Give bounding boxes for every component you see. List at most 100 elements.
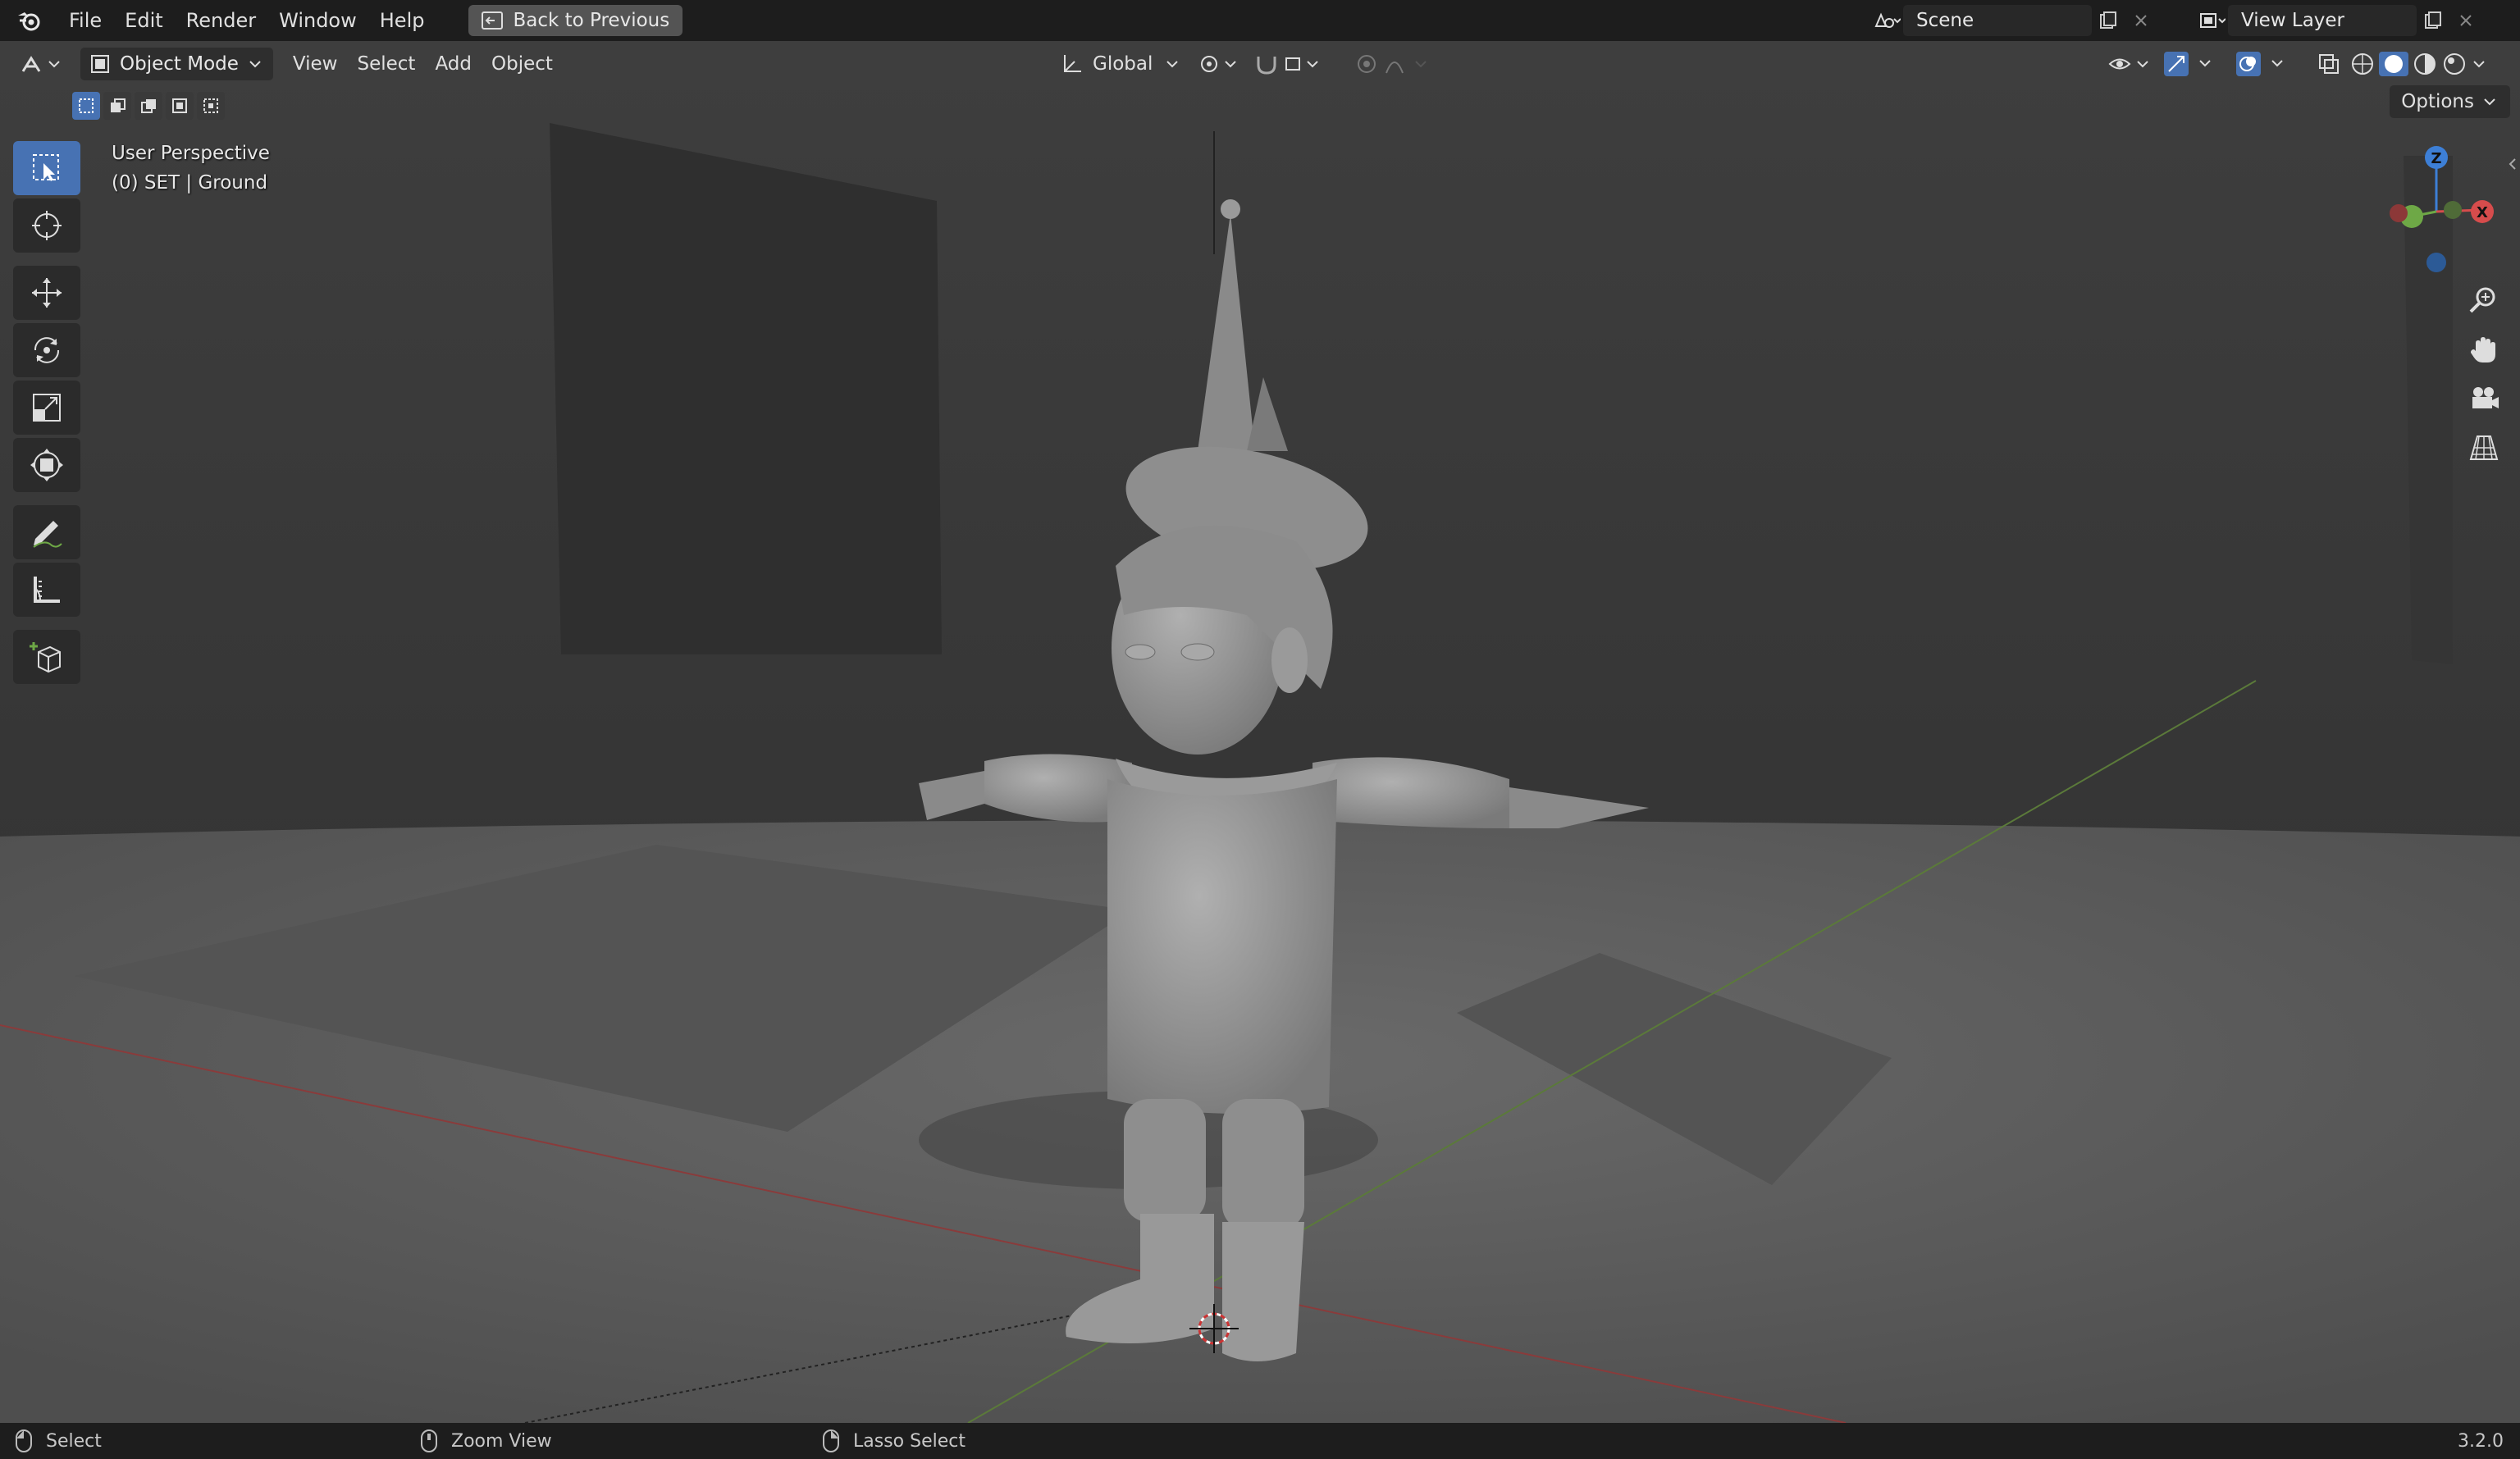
camera-icon [2472, 387, 2499, 408]
zoom-view-button[interactable] [2459, 276, 2509, 325]
orientation-label: Global [1093, 53, 1153, 75]
snap-magnet-icon [1257, 57, 1318, 75]
select-box-icon [33, 154, 59, 181]
measure-ruler-icon [34, 577, 60, 603]
orientation-icon [1064, 55, 1081, 72]
view-layer-selector: View Layer [2195, 5, 2482, 36]
status-lasso-label: Lasso Select [853, 1430, 966, 1452]
select-invert-icon[interactable] [166, 92, 194, 120]
gizmo-x-label: X [2477, 204, 2488, 221]
rotate-icon [34, 337, 60, 363]
menu-object[interactable]: Object [482, 48, 563, 80]
add-cube-icon [30, 642, 61, 673]
gizmo-icon [2164, 52, 2211, 76]
view-layer-name-field[interactable]: View Layer [2228, 5, 2417, 36]
delete-view-layer-icon[interactable] [2449, 5, 2482, 36]
add-cube-tool[interactable] [13, 630, 80, 684]
editor-type-selector[interactable] [8, 48, 74, 80]
pan-view-button[interactable] [2459, 325, 2509, 374]
perspective-toggle-button[interactable] [2459, 423, 2509, 472]
scene-browse-icon[interactable] [1870, 5, 1903, 36]
xray-toggle[interactable] [2307, 48, 2351, 80]
shading-mode-group [2348, 48, 2489, 80]
menu-view[interactable]: View [283, 48, 348, 80]
options-label: Options [2401, 91, 2474, 112]
scene-render [0, 41, 2520, 1423]
menu-render[interactable]: Render [175, 0, 267, 41]
status-bar: Select Zoom View Lasso Select 3.2.0 [0, 1423, 2520, 1459]
view-layer-browse-icon[interactable] [2195, 5, 2228, 36]
snap-toggle[interactable] [1244, 48, 1337, 80]
transform-icon [30, 449, 63, 481]
zoom-magnifier-icon [2469, 287, 2495, 313]
pivot-point-dropdown[interactable] [1188, 48, 1252, 80]
wireframe-shading-icon[interactable] [2348, 50, 2377, 78]
3d-viewport[interactable] [0, 41, 2520, 1423]
selection-mode-group [72, 92, 225, 120]
move-tool[interactable] [13, 266, 80, 320]
menu-window[interactable]: Window [267, 0, 368, 41]
measure-tool[interactable] [13, 563, 80, 617]
new-scene-icon[interactable] [2092, 5, 2125, 36]
material-shading-icon[interactable] [2410, 50, 2440, 78]
annotate-tool[interactable] [13, 505, 80, 559]
rendered-shading-icon[interactable] [2440, 50, 2469, 78]
back-to-previous-button[interactable]: Back to Previous [468, 5, 683, 36]
status-select-hint: Select [15, 1423, 102, 1459]
mouse-right-icon [823, 1429, 839, 1452]
scene-selector: Scene [1870, 5, 2157, 36]
eye-icon [2108, 58, 2148, 70]
menu-help[interactable]: Help [368, 0, 436, 41]
editor-type-icon [21, 56, 60, 72]
mouse-middle-icon [421, 1429, 437, 1452]
select-intersect-icon[interactable] [197, 92, 225, 120]
xray-icon [2319, 54, 2339, 74]
gizmo-neg-y-axis[interactable] [2444, 201, 2462, 219]
status-select-label: Select [46, 1430, 102, 1452]
overlays-toggle[interactable] [2225, 48, 2307, 80]
scene-name-field[interactable]: Scene [1903, 5, 2092, 36]
object-mode-dropdown[interactable]: Object Mode [80, 48, 273, 80]
view-layer-name: View Layer [2241, 10, 2345, 31]
sidebar-toggle-icon[interactable] [2505, 156, 2518, 176]
blender-logo-icon[interactable] [13, 4, 46, 37]
gizmo-z-label: Z [2431, 150, 2441, 167]
navigation-gizmo[interactable]: Z X [2371, 138, 2502, 285]
chevron-down-icon[interactable] [2469, 50, 2489, 78]
camera-view-button[interactable] [2459, 374, 2509, 423]
version-label: 3.2.0 [2458, 1430, 2504, 1452]
chevron-down-icon [2484, 98, 2495, 106]
object-mode-label: Object Mode [120, 53, 239, 75]
gizmo-neg-z-axis[interactable] [2426, 253, 2446, 272]
select-subtract-icon[interactable] [135, 92, 162, 120]
rotate-tool[interactable] [13, 323, 80, 377]
menu-file[interactable]: File [57, 0, 113, 41]
transform-tool[interactable] [13, 438, 80, 492]
options-dropdown[interactable]: Options [2390, 85, 2510, 118]
solid-shading-icon[interactable] [2377, 50, 2410, 78]
menu-select[interactable]: Select [347, 48, 425, 80]
status-lasso-hint: Lasso Select [822, 1423, 966, 1459]
scene-name: Scene [1916, 10, 1974, 31]
select-box-tool[interactable] [13, 141, 80, 195]
gizmo-neg-x-axis[interactable] [2390, 204, 2408, 222]
scale-icon [33, 394, 61, 422]
select-new-icon[interactable] [72, 92, 100, 120]
select-extend-icon[interactable] [103, 92, 131, 120]
delete-scene-icon[interactable] [2125, 5, 2157, 36]
proportional-editing-icon [1358, 55, 1427, 74]
menu-edit[interactable]: Edit [113, 0, 174, 41]
scale-tool[interactable] [13, 381, 80, 435]
status-zoom-hint: Zoom View [420, 1423, 552, 1459]
cursor-tool[interactable] [13, 198, 80, 253]
new-view-layer-icon[interactable] [2417, 5, 2449, 36]
3d-cursor-icon [32, 211, 62, 240]
transform-orientation-dropdown[interactable]: Global [1050, 48, 1192, 80]
gizmo-toggle[interactable] [2152, 48, 2235, 80]
chevron-down-icon [1166, 61, 1179, 68]
proportional-editing-toggle[interactable] [1345, 48, 1447, 80]
pivot-icon [1201, 56, 1236, 72]
back-arrow-icon [482, 11, 504, 30]
overlays-icon [2236, 52, 2283, 76]
menu-add[interactable]: Add [425, 48, 482, 80]
